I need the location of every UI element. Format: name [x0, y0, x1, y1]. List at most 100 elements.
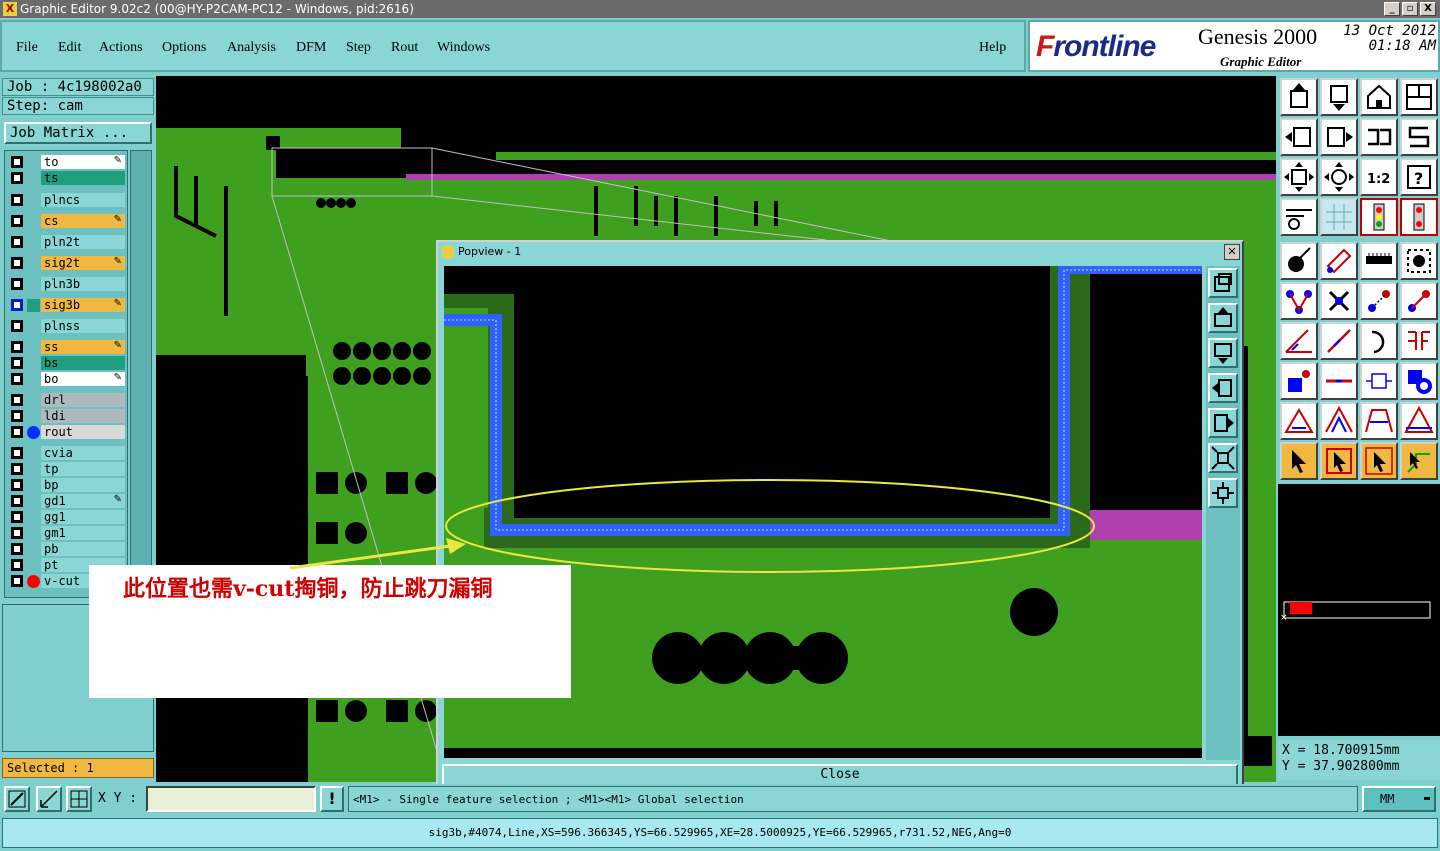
select-route-icon[interactable]	[1400, 442, 1438, 480]
layer-checkbox[interactable]	[11, 341, 23, 353]
copy-feature-icon[interactable]	[1400, 282, 1438, 320]
layer-checkbox[interactable]	[11, 479, 23, 491]
arc-icon[interactable]	[1360, 322, 1398, 360]
layer-checkbox[interactable]	[11, 575, 23, 587]
layer-name[interactable]: gg1	[41, 510, 125, 524]
layer-name[interactable]: ss ✎	[41, 340, 125, 354]
split-window-icon[interactable]	[1400, 78, 1438, 116]
layer-row-pln3b[interactable]: pln3b	[7, 277, 127, 291]
surface-icon[interactable]	[1360, 402, 1398, 440]
layer-name[interactable]: plnss	[41, 319, 125, 333]
layer-checkbox[interactable]	[11, 257, 23, 269]
layer-name[interactable]: pln3b	[41, 277, 125, 291]
layer-name[interactable]: sig3b ✎	[41, 298, 125, 312]
layer-row-tp[interactable]: tp	[7, 462, 127, 476]
pad-group-icon[interactable]	[1400, 362, 1438, 400]
layer-row-gg1[interactable]: gg1	[7, 510, 127, 524]
layer-row-plncs[interactable]: plncs	[7, 193, 127, 207]
layer-row-ldi[interactable]: ldi	[7, 409, 127, 423]
popview-pan-down-icon[interactable]	[1208, 338, 1238, 368]
layer-checkbox[interactable]	[11, 373, 23, 385]
view-down-icon[interactable]	[1320, 78, 1358, 116]
pad-select-icon[interactable]	[1280, 362, 1318, 400]
layer-checkbox[interactable]	[11, 194, 23, 206]
layer-row-gm1[interactable]: gm1	[7, 526, 127, 540]
popview-pan-left-icon[interactable]	[1208, 373, 1238, 403]
layer-colors-icon[interactable]	[1360, 198, 1398, 236]
layer-row-gd1[interactable]: gd1 ✎	[7, 494, 127, 508]
ruler-icon[interactable]	[1360, 242, 1398, 280]
layer-row-sig3b[interactable]: sig3b ✎	[7, 298, 127, 312]
overview-map[interactable]: ×	[1278, 484, 1440, 736]
popview-close-icon[interactable]: ✕	[1224, 244, 1240, 260]
layer-name[interactable]: gd1 ✎	[41, 494, 125, 508]
layer-row-rout[interactable]: rout	[7, 425, 127, 439]
menu-step[interactable]: Step	[346, 40, 371, 56]
layer-name[interactable]: bo ✎	[41, 372, 125, 386]
line-icon[interactable]	[1320, 322, 1358, 360]
select-box-icon[interactable]	[1400, 242, 1438, 280]
layer-name[interactable]: ldi	[41, 409, 125, 423]
snap-grid-icon[interactable]	[66, 786, 92, 812]
break-line-icon[interactable]	[1320, 362, 1358, 400]
layer-name[interactable]: bp	[41, 478, 125, 492]
layer-row-pb[interactable]: pb	[7, 542, 127, 556]
scale-1-2-icon[interactable]: 1:2	[1360, 158, 1398, 196]
move-feature-icon[interactable]	[1360, 282, 1398, 320]
menu-help[interactable]: Help	[979, 40, 1006, 56]
add-feature-icon[interactable]	[1280, 242, 1318, 280]
menu-analysis[interactable]: Analysis	[227, 40, 276, 56]
redraw-icon[interactable]	[1400, 118, 1438, 156]
xy-input[interactable]	[146, 786, 316, 812]
swap-view-icon[interactable]	[1360, 118, 1398, 156]
layer-row-plnss[interactable]: plnss	[7, 319, 127, 333]
layer-row-ss[interactable]: ss ✎	[7, 340, 127, 354]
layer-name[interactable]: tp	[41, 462, 125, 476]
pan-right-icon[interactable]	[1320, 118, 1358, 156]
menu-rout[interactable]: Rout	[391, 40, 418, 56]
layer-checkbox[interactable]	[11, 426, 23, 438]
layer-name[interactable]: pb	[41, 542, 125, 556]
menu-options[interactable]: Options	[162, 40, 206, 56]
outline-triangle-icon[interactable]	[1280, 402, 1318, 440]
connect-icon[interactable]	[1280, 282, 1318, 320]
layer-row-bs[interactable]: bs	[7, 356, 127, 370]
layer-checkbox[interactable]	[11, 543, 23, 555]
layer-name[interactable]: gm1	[41, 526, 125, 540]
menu-actions[interactable]: Actions	[99, 40, 143, 56]
job-matrix-button[interactable]: Job Matrix ...	[4, 122, 152, 144]
layer-checkbox[interactable]	[11, 172, 23, 184]
select-pointer-icon[interactable]	[1280, 442, 1318, 480]
layer-checkbox[interactable]	[11, 156, 23, 168]
angle-icon[interactable]	[1280, 322, 1318, 360]
pan-left-icon[interactable]	[1280, 118, 1318, 156]
minimize-button[interactable]: _	[1384, 2, 1400, 16]
layer-row-sig2t[interactable]: sig2t ✎	[7, 256, 127, 270]
warning-button[interactable]: !	[320, 786, 344, 812]
layer-name[interactable]: pln2t	[41, 235, 125, 249]
resize-icon[interactable]	[1360, 362, 1398, 400]
layer-checkbox[interactable]	[11, 236, 23, 248]
layer-name[interactable]: cs ✎	[41, 214, 125, 228]
layer-row-pln2t[interactable]: pln2t	[7, 235, 127, 249]
layer-name[interactable]: ts	[41, 171, 125, 185]
layer-toggle-icon[interactable]	[1400, 198, 1438, 236]
popview-window-icon[interactable]	[1208, 268, 1238, 298]
measure-icon[interactable]	[36, 786, 62, 812]
layer-name[interactable]: to ✎	[41, 155, 125, 169]
layer-checkbox[interactable]	[11, 320, 23, 332]
maximize-button[interactable]: ▫	[1402, 2, 1418, 16]
layer-name[interactable]: rout	[41, 425, 125, 439]
layer-row-bp[interactable]: bp	[7, 478, 127, 492]
select-box-pointer-icon[interactable]	[1320, 442, 1358, 480]
popview-zoom-out-icon[interactable]	[1208, 443, 1238, 473]
layer-checkbox[interactable]	[11, 495, 23, 507]
add-pad-icon[interactable]	[1320, 242, 1358, 280]
measure-tool-icon[interactable]	[1280, 198, 1318, 236]
layer-row-cs[interactable]: cs ✎	[7, 214, 127, 228]
layer-checkbox[interactable]	[11, 559, 23, 571]
select-net-icon[interactable]	[1360, 442, 1398, 480]
grid-icon[interactable]	[1320, 198, 1358, 236]
layer-row-to[interactable]: to ✎	[7, 155, 127, 169]
fill-icon[interactable]	[1400, 402, 1438, 440]
